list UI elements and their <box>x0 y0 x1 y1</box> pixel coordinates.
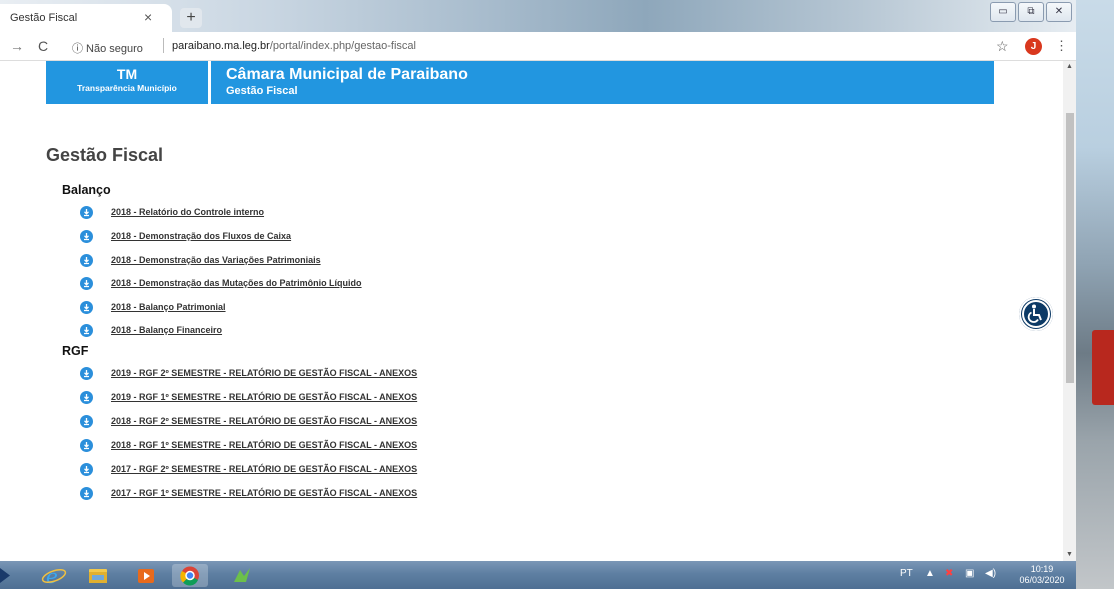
download-icon[interactable] <box>80 438 93 452</box>
list-item: 2018 - Balanço Financeiro <box>80 321 222 339</box>
scroll-thumb[interactable] <box>1066 113 1074 383</box>
document-link[interactable]: 2018 - Balanço Financeiro <box>111 325 222 335</box>
download-icon[interactable] <box>80 276 93 290</box>
window-controls: ▭ ⧉ ✕ <box>990 2 1074 22</box>
display-icon[interactable]: ▣ <box>965 568 974 579</box>
network-status-icon[interactable]: ✖ <box>945 568 953 579</box>
document-link[interactable]: 2018 - Balanço Patrimonial <box>111 302 226 312</box>
tray-expand-icon[interactable]: ▲ <box>925 568 935 579</box>
section-heading: RGF <box>62 344 89 358</box>
document-link[interactable]: 2019 - RGF 2º SEMESTRE - RELATÓRIO DE GE… <box>111 368 417 378</box>
browser-toolbar: → C ⓘ Não seguro paraibano.ma.leg.br/por… <box>0 32 1076 61</box>
list-item: 2018 - Balanço Patrimonial <box>80 298 226 316</box>
list-item: 2019 - RGF 2º SEMESTRE - RELATÓRIO DE GE… <box>80 364 417 382</box>
document-link[interactable]: 2017 - RGF 2º SEMESTRE - RELATÓRIO DE GE… <box>111 464 417 474</box>
windows-taskbar: e PT ▲ ✖ ▣ ◀) 10:19 06/03/2020 <box>0 561 1076 589</box>
forward-arrow-icon[interactable]: → <box>10 38 24 54</box>
list-item: 2017 - RGF 2º SEMESTRE - RELATÓRIO DE GE… <box>80 460 417 478</box>
accessibility-icon[interactable] <box>1019 297 1053 331</box>
page-scrollbar[interactable]: ▲ ▼ <box>1063 61 1076 561</box>
scroll-up-arrow-icon[interactable]: ▲ <box>1066 63 1073 70</box>
page-viewport: TM Transparência Município Câmara Munici… <box>0 61 1063 561</box>
document-link[interactable]: 2018 - RGF 1º SEMESTRE - RELATÓRIO DE GE… <box>111 440 417 450</box>
download-icon[interactable] <box>80 390 93 404</box>
tm-logo-title: TM <box>116 66 138 82</box>
document-link[interactable]: 2018 - Demonstração dos Fluxos de Caixa <box>111 231 291 241</box>
scroll-down-arrow-icon[interactable]: ▼ <box>1066 551 1073 558</box>
file-explorer-icon[interactable] <box>80 564 116 587</box>
list-item: 2018 - Demonstração das Mutações do Patr… <box>80 274 362 292</box>
site-header: Câmara Municipal de Paraibano Gestão Fis… <box>211 61 994 104</box>
profile-avatar[interactable]: J <box>1025 38 1042 55</box>
document-link[interactable]: 2018 - Demonstração das Variações Patrim… <box>111 255 321 265</box>
list-item: 2018 - Demonstração das Variações Patrim… <box>80 251 321 269</box>
download-icon[interactable] <box>80 229 93 243</box>
download-icon[interactable] <box>80 486 93 500</box>
url-path: /portal/index.php/gestao-fiscal <box>269 40 416 52</box>
close-window-button[interactable]: ✕ <box>1046 2 1072 22</box>
clock-date: 06/03/2020 <box>1019 575 1065 585</box>
language-indicator[interactable]: PT <box>900 568 913 579</box>
download-icon[interactable] <box>80 205 93 219</box>
url-domain: paraibano.ma.leg.br <box>172 40 270 52</box>
svg-text:e: e <box>46 564 58 587</box>
volume-icon[interactable]: ◀) <box>985 568 996 579</box>
page-title: Gestão Fiscal <box>46 145 164 165</box>
browser-tab[interactable]: Gestão Fiscal × <box>0 4 172 32</box>
download-icon[interactable] <box>80 253 93 267</box>
list-item: 2018 - Demonstração dos Fluxos de Caixa <box>80 227 291 245</box>
browser-title-bar: Gestão Fiscal × + ▭ ⧉ ✕ <box>0 0 1076 32</box>
restore-button[interactable]: ⧉ <box>1018 2 1044 22</box>
reload-icon[interactable]: C <box>38 38 48 54</box>
document-link[interactable]: 2018 - Relatório do Controle interno <box>111 207 264 217</box>
site-title: Câmara Municipal de Paraibano <box>226 66 468 83</box>
green-app-icon[interactable] <box>224 564 260 587</box>
tab-close-icon[interactable]: × <box>144 9 152 25</box>
browser-menu-icon[interactable]: ⋮ <box>1055 38 1068 54</box>
security-indicator[interactable]: ⓘ Não seguro <box>72 40 143 56</box>
list-item: 2019 - RGF 1º SEMESTRE - RELATÓRIO DE GE… <box>80 388 417 406</box>
address-bar[interactable]: paraibano.ma.leg.br/portal/index.php/ges… <box>172 40 416 52</box>
list-item: 2018 - RGF 1º SEMESTRE - RELATÓRIO DE GE… <box>80 436 417 454</box>
document-link[interactable]: 2018 - Demonstração das Mutações do Patr… <box>111 278 362 288</box>
download-icon[interactable] <box>80 300 93 314</box>
site-subtitle: Gestão Fiscal <box>226 85 298 97</box>
download-icon[interactable] <box>80 462 93 476</box>
desktop-background-object <box>1092 330 1114 405</box>
document-link[interactable]: 2017 - RGF 1º SEMESTRE - RELATÓRIO DE GE… <box>111 488 417 498</box>
list-item: 2017 - RGF 1º SEMESTRE - RELATÓRIO DE GE… <box>80 484 417 502</box>
url-separator <box>163 38 164 53</box>
download-icon[interactable] <box>80 414 93 428</box>
start-button[interactable] <box>0 564 14 587</box>
document-link[interactable]: 2018 - RGF 2º SEMESTRE - RELATÓRIO DE GE… <box>111 416 417 426</box>
internet-explorer-icon[interactable]: e <box>36 564 72 588</box>
desktop-background <box>1076 0 1114 589</box>
system-clock[interactable]: 10:19 06/03/2020 <box>1018 564 1066 586</box>
document-link[interactable]: 2019 - RGF 1º SEMESTRE - RELATÓRIO DE GE… <box>111 392 417 402</box>
minimize-button[interactable]: ▭ <box>990 2 1016 22</box>
tab-title: Gestão Fiscal <box>10 12 78 24</box>
bookmark-star-icon[interactable]: ☆ <box>996 38 1009 55</box>
new-tab-button[interactable]: + <box>180 8 202 28</box>
tm-logo-subtitle: Transparência Município <box>77 83 177 93</box>
tm-logo-block[interactable]: TM Transparência Município <box>46 61 208 104</box>
list-item: 2018 - Relatório do Controle interno <box>80 203 264 221</box>
media-player-icon[interactable] <box>128 564 164 587</box>
download-icon[interactable] <box>80 366 93 380</box>
clock-time: 10:19 <box>1030 564 1054 574</box>
chrome-icon[interactable] <box>172 564 208 587</box>
list-item: 2018 - RGF 2º SEMESTRE - RELATÓRIO DE GE… <box>80 412 417 430</box>
download-icon[interactable] <box>80 323 93 337</box>
section-heading: Balanço <box>62 183 111 197</box>
